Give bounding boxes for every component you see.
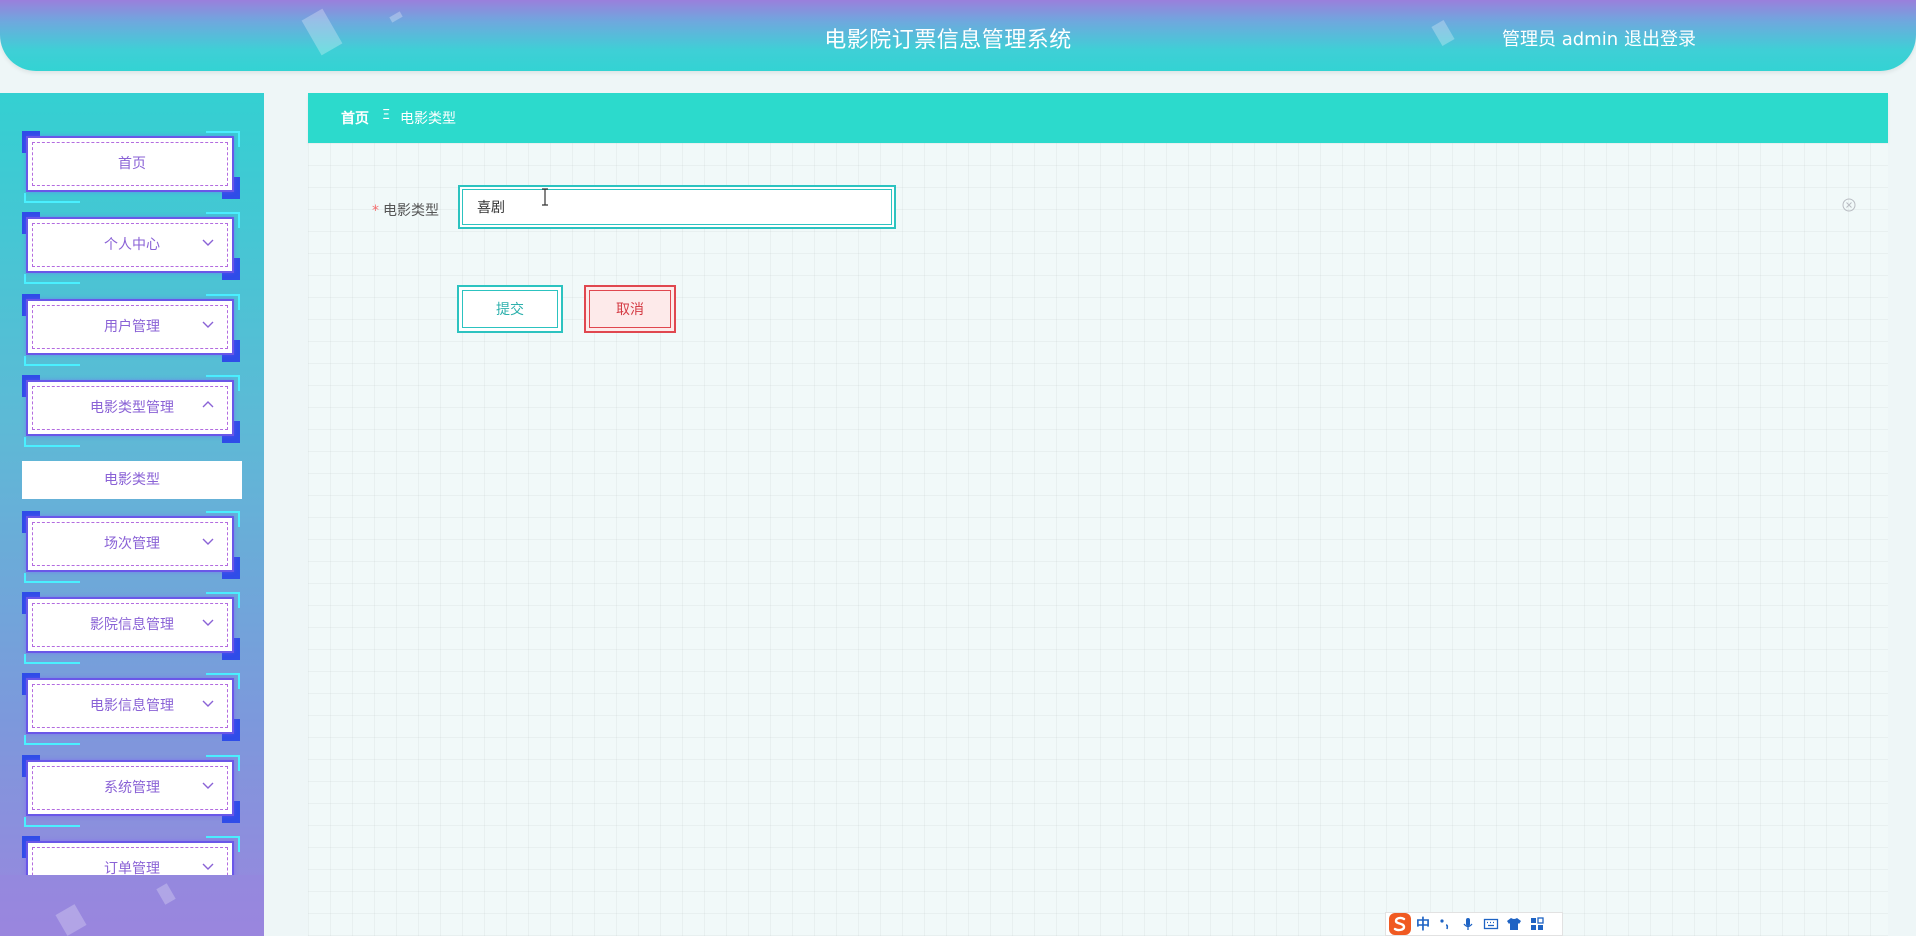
chevron-down-icon	[202, 239, 214, 246]
menu-item-box: 用户管理	[26, 299, 234, 355]
sogou-logo-icon[interactable]	[1388, 912, 1414, 936]
frame-line	[24, 193, 80, 203]
submenu-item-movie-type[interactable]: 电影类型	[22, 461, 242, 499]
punctuation-icon[interactable]	[1437, 916, 1453, 932]
microphone-icon[interactable]	[1460, 916, 1476, 932]
movie-type-input[interactable]	[462, 189, 892, 225]
submit-button[interactable]: 提交	[457, 285, 563, 333]
menu-item-box: 订单管理	[26, 841, 234, 897]
breadcrumb-current: 电影类型	[400, 111, 456, 127]
frame-line	[24, 356, 80, 366]
frame-line	[24, 817, 80, 827]
breadcrumb: 首页 Ξ 电影类型	[308, 93, 1888, 143]
chevron-down-icon	[202, 863, 214, 870]
user-label: 管理员 admin	[1502, 29, 1619, 50]
sidebar-item-personal-center[interactable]: 个人中心	[22, 212, 240, 284]
sidebar-item-user-management[interactable]: 用户管理	[22, 294, 240, 366]
keyboard-icon[interactable]	[1483, 916, 1499, 932]
breadcrumb-home[interactable]: 首页	[341, 108, 369, 128]
sidebar-item-session-management[interactable]: 场次管理	[22, 511, 240, 583]
frame-line	[24, 274, 80, 284]
sidebar-item-movie-type-management[interactable]: 电影类型管理	[22, 375, 240, 447]
chevron-down-icon	[202, 700, 214, 707]
chevron-up-icon	[202, 401, 214, 408]
main-content: *电影类型 提交 取消	[308, 143, 1888, 936]
text-cursor-icon	[542, 188, 548, 206]
field-label-text: 电影类型	[383, 203, 439, 219]
movie-type-field-frame	[458, 185, 896, 229]
header-decoration	[389, 11, 403, 23]
frame-line	[24, 437, 80, 447]
top-header: 电影院订票信息管理系统 管理员 admin 退出登录	[0, 0, 1916, 71]
chevron-down-icon	[202, 538, 214, 545]
toolbox-grid-icon[interactable]	[1529, 916, 1545, 932]
ime-toolbar: 中	[1385, 912, 1563, 936]
chevron-down-icon	[202, 782, 214, 789]
menu-item-box: 电影类型管理	[26, 380, 234, 436]
menu-item-box: 系统管理	[26, 760, 234, 816]
frame-line	[24, 573, 80, 583]
logout-link[interactable]: 退出登录	[1624, 25, 1696, 51]
cancel-button-label: 取消	[616, 302, 644, 318]
sidebar: 首页 个人中心 用户管理 电影类型管理 电影类型 场次管理 影院信息管理 电影信…	[0, 93, 264, 936]
movie-type-label: * 电影类型	[372, 200, 439, 220]
sidebar-item-movie-info-management[interactable]: 电影信息管理	[22, 673, 240, 745]
sidebar-item-home[interactable]: 首页	[22, 131, 240, 203]
sidebar-item-cinema-info-management[interactable]: 影院信息管理	[22, 592, 240, 664]
breadcrumb-separator: Ξ	[382, 108, 391, 123]
cancel-button[interactable]: 取消	[584, 285, 676, 333]
submit-button-label: 提交	[496, 302, 524, 318]
menu-item-box: 影院信息管理	[26, 597, 234, 653]
chevron-down-icon	[202, 321, 214, 328]
ime-mode-label[interactable]: 中	[1416, 914, 1430, 934]
required-mark: *	[372, 203, 379, 219]
menu-item-box: 场次管理	[26, 516, 234, 572]
menu-item-box: 电影信息管理	[26, 678, 234, 734]
frame-line	[24, 735, 80, 745]
close-circle-icon[interactable]	[1842, 198, 1856, 212]
sidebar-item-system-management[interactable]: 系统管理	[22, 755, 240, 827]
sidebar-item-label: 首页	[118, 156, 146, 172]
chevron-down-icon	[202, 619, 214, 626]
menu-item-box: 首页	[26, 136, 234, 192]
frame-line	[24, 654, 80, 664]
menu-item-box: 个人中心	[26, 217, 234, 273]
skin-shirt-icon[interactable]	[1506, 916, 1522, 932]
